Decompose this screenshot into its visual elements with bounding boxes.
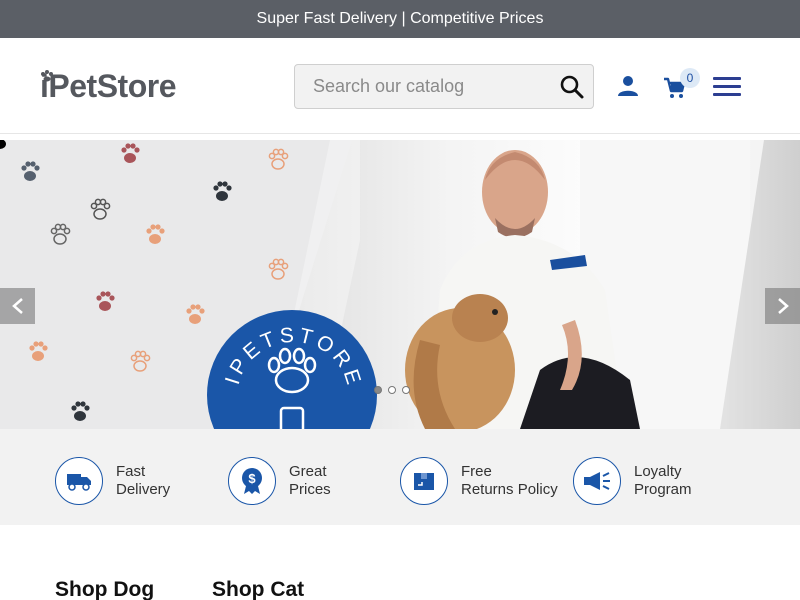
chevron-left-icon (11, 298, 23, 314)
chevron-right-icon (777, 298, 789, 314)
hero-carousel: IPETSTORE (0, 140, 800, 429)
shop-dog-heading[interactable]: Shop Dog (55, 578, 154, 600)
feature-line2: Delivery (116, 481, 171, 498)
search-bar (294, 64, 594, 109)
ipetstore-badge-graphic: IPETSTORE (221, 324, 362, 429)
site-header: i PetStore 0 (0, 38, 800, 134)
delivery-truck-icon (67, 474, 91, 491)
returns-box-icon (414, 473, 434, 490)
feature-line1: Loyalty (634, 463, 682, 480)
feature-line2: Program (634, 481, 692, 498)
store-logo[interactable]: i PetStore (40, 68, 176, 104)
svg-text:$: $ (248, 471, 256, 486)
paw-logo-icon (41, 70, 53, 82)
feature-free-returns: Free Returns Policy (400, 457, 558, 505)
hamburger-menu-icon[interactable] (713, 77, 741, 97)
carousel-prev-button[interactable] (0, 288, 35, 324)
announcement-bar: Super Fast Delivery | Competitive Prices (0, 0, 800, 38)
cart-button[interactable]: 0 (660, 68, 700, 104)
features-strip: Fast Delivery $ Great Prices Free Return… (0, 429, 800, 525)
search-input[interactable] (295, 65, 545, 108)
carousel-dot-2[interactable] (388, 386, 396, 394)
search-icon[interactable] (559, 74, 585, 100)
hero-person-with-dog-image (405, 150, 640, 429)
feature-great-prices: $ Great Prices (228, 457, 331, 505)
feature-line1: Fast (116, 463, 146, 480)
feature-loyalty-program: Loyalty Program (573, 457, 692, 505)
feature-line2: Prices (289, 481, 331, 498)
price-badge-icon: $ (242, 468, 262, 494)
feature-fast-delivery: Fast Delivery (55, 457, 170, 505)
carousel-next-button[interactable] (765, 288, 800, 324)
announcement-text: Super Fast Delivery | Competitive Prices (256, 10, 544, 27)
carousel-dot-3[interactable] (402, 386, 410, 394)
logo-name: PetStore (48, 68, 176, 104)
megaphone-icon (584, 472, 610, 490)
user-account-icon[interactable] (616, 74, 640, 98)
cart-count-badge: 0 (680, 68, 700, 88)
shop-cat-heading[interactable]: Shop Cat (212, 578, 304, 600)
carousel-dot-1[interactable] (374, 386, 382, 394)
feature-line2: Returns Policy (461, 481, 558, 498)
feature-line1: Free (461, 463, 492, 480)
feature-line1: Great (289, 463, 327, 480)
carousel-indicators (374, 386, 410, 394)
